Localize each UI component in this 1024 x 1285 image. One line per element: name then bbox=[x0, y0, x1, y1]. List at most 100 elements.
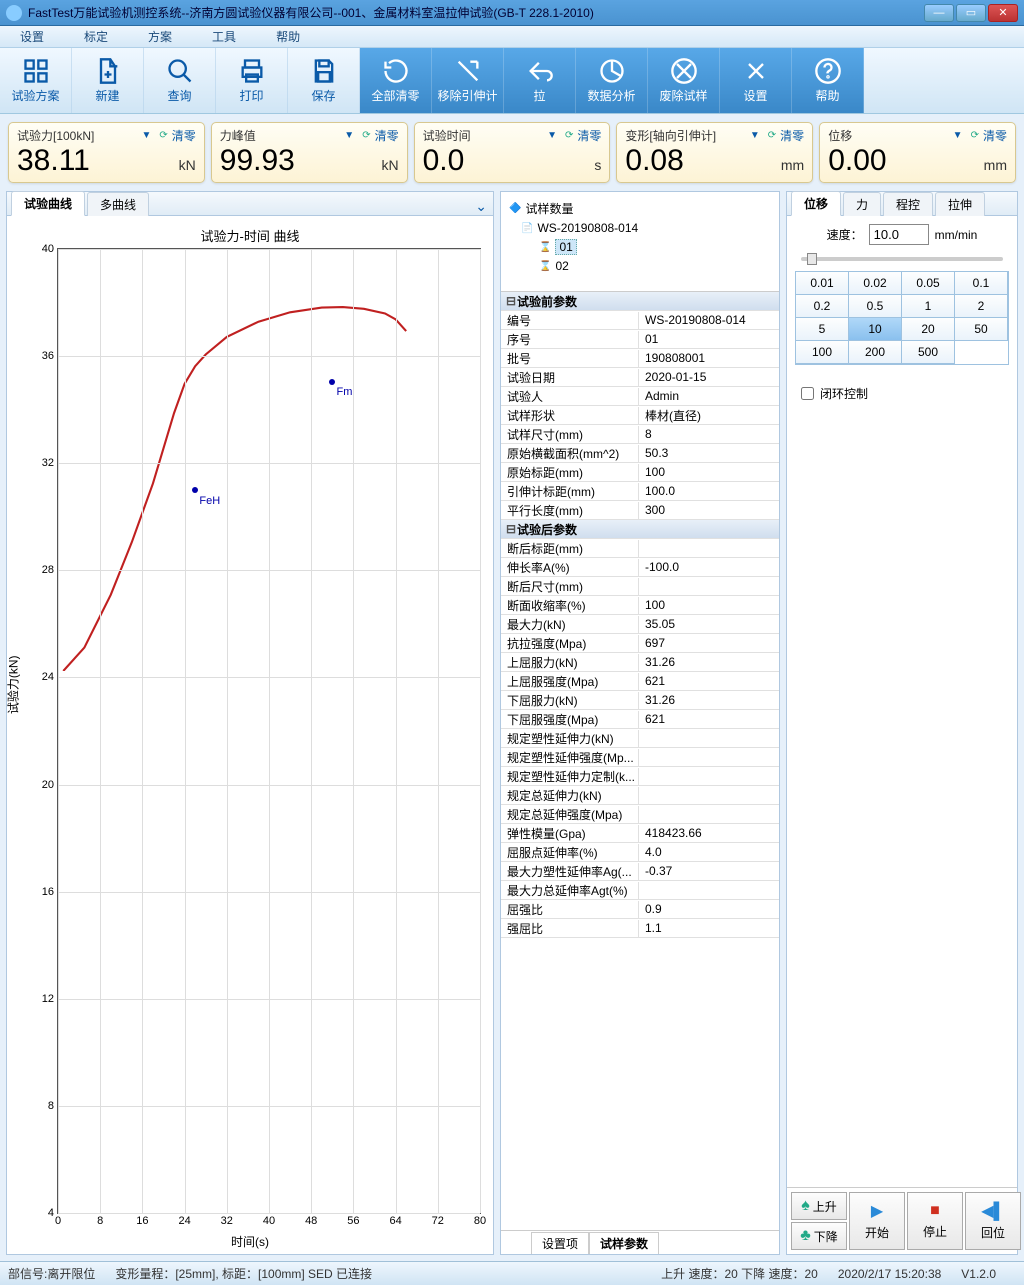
menu-plan[interactable]: 方案 bbox=[138, 28, 202, 45]
toolbar-discard[interactable]: 废除试样 bbox=[648, 48, 720, 113]
clear-button[interactable]: 清零 bbox=[172, 127, 196, 144]
tab-curve[interactable]: 试验曲线 bbox=[11, 191, 85, 216]
toolbar-back[interactable]: 拉 bbox=[504, 48, 576, 113]
menu-calibration[interactable]: 标定 bbox=[74, 28, 138, 45]
dropdown-icon[interactable]: ▼ bbox=[344, 130, 354, 141]
dropdown-icon[interactable]: ▼ bbox=[141, 130, 151, 141]
speed-preset-0.01[interactable]: 0.01 bbox=[795, 271, 849, 295]
dropdown-icon[interactable]: ▼ bbox=[953, 130, 963, 141]
clear-button[interactable]: 清零 bbox=[983, 127, 1007, 144]
dropdown-icon[interactable]: ▼ bbox=[750, 130, 760, 141]
toolbar-printer[interactable]: 打印 bbox=[216, 48, 288, 113]
clear-button[interactable]: 清零 bbox=[780, 127, 804, 144]
param-row[interactable]: 断后尺寸(mm) bbox=[501, 577, 779, 596]
tab-force[interactable]: 力 bbox=[843, 192, 881, 216]
param-row[interactable]: 批号190808001 bbox=[501, 349, 779, 368]
toolbar-help[interactable]: 帮助 bbox=[792, 48, 864, 113]
param-row[interactable]: 屈服点延伸率(%)4.0 bbox=[501, 843, 779, 862]
param-row[interactable]: 断后标距(mm) bbox=[501, 539, 779, 558]
tab-displacement[interactable]: 位移 bbox=[791, 191, 841, 216]
refresh-icon[interactable]: ⟳ bbox=[362, 130, 370, 141]
param-row[interactable]: 最大力总延伸率Agt(%) bbox=[501, 881, 779, 900]
speed-preset-0.5[interactable]: 0.5 bbox=[848, 294, 902, 318]
refresh-icon[interactable]: ⟳ bbox=[971, 130, 979, 141]
speed-slider[interactable] bbox=[801, 257, 1003, 261]
tree-item-02[interactable]: ⌛02 bbox=[507, 257, 773, 275]
param-row[interactable]: 抗拉强度(Mpa)697 bbox=[501, 634, 779, 653]
menu-settings[interactable]: 设置 bbox=[10, 28, 74, 45]
param-row[interactable]: 引伸计标距(mm)100.0 bbox=[501, 482, 779, 501]
param-row[interactable]: 原始标距(mm)100 bbox=[501, 463, 779, 482]
param-row[interactable]: 规定塑性延伸强度(Mp... bbox=[501, 748, 779, 767]
param-row[interactable]: 下屈服强度(Mpa)621 bbox=[501, 710, 779, 729]
speed-preset-0.05[interactable]: 0.05 bbox=[901, 271, 955, 295]
toolbar-tools[interactable]: 设置 bbox=[720, 48, 792, 113]
speed-preset-0.2[interactable]: 0.2 bbox=[795, 294, 849, 318]
param-row[interactable]: 最大力塑性延伸率Ag(...-0.37 bbox=[501, 862, 779, 881]
speed-preset-2[interactable]: 2 bbox=[954, 294, 1008, 318]
tab-multi-curve[interactable]: 多曲线 bbox=[87, 192, 149, 216]
param-row[interactable]: 试样尺寸(mm)8 bbox=[501, 425, 779, 444]
clear-button[interactable]: 清零 bbox=[375, 127, 399, 144]
param-row[interactable]: 规定总延伸强度(Mpa) bbox=[501, 805, 779, 824]
speed-preset-5[interactable]: 5 bbox=[795, 317, 849, 341]
close-button[interactable]: ✕ bbox=[988, 4, 1018, 22]
param-row[interactable]: 弹性模量(Gpa)418423.66 bbox=[501, 824, 779, 843]
tree-item-01[interactable]: ⌛01 bbox=[507, 237, 773, 257]
speed-preset-0.1[interactable]: 0.1 bbox=[954, 271, 1008, 295]
refresh-icon[interactable]: ⟳ bbox=[159, 130, 167, 141]
speed-preset-10[interactable]: 10 bbox=[848, 317, 902, 341]
speed-preset-1[interactable]: 1 bbox=[901, 294, 955, 318]
param-row[interactable]: 规定塑性延伸力(kN) bbox=[501, 729, 779, 748]
param-row[interactable]: 强屈比1.1 bbox=[501, 919, 779, 938]
toolbar-grid[interactable]: 试验方案 bbox=[0, 48, 72, 113]
toolbar-file-plus[interactable]: 新建 bbox=[72, 48, 144, 113]
param-row[interactable]: 编号WS-20190808-014 bbox=[501, 311, 779, 330]
speed-preset-20[interactable]: 20 bbox=[901, 317, 955, 341]
minimize-button[interactable]: — bbox=[924, 4, 954, 22]
toolbar-search[interactable]: 查询 bbox=[144, 48, 216, 113]
param-row[interactable]: 平行长度(mm)300 bbox=[501, 501, 779, 520]
speed-preset-0.02[interactable]: 0.02 bbox=[848, 271, 902, 295]
speed-preset-200[interactable]: 200 bbox=[848, 340, 902, 364]
stop-button[interactable]: ■停止 bbox=[907, 1192, 963, 1250]
collapse-icon[interactable]: ⊟ bbox=[505, 522, 517, 536]
speed-input[interactable] bbox=[869, 224, 929, 245]
param-row[interactable]: 序号01 bbox=[501, 330, 779, 349]
param-row[interactable]: 最大力(kN)35.05 bbox=[501, 615, 779, 634]
menu-help[interactable]: 帮助 bbox=[266, 28, 330, 45]
param-row[interactable]: 规定塑性延伸力定制(k... bbox=[501, 767, 779, 786]
dropdown-icon[interactable]: ▼ bbox=[547, 130, 557, 141]
speed-preset-50[interactable]: 50 bbox=[954, 317, 1008, 341]
param-row[interactable]: 规定总延伸力(kN) bbox=[501, 786, 779, 805]
maximize-button[interactable]: ▭ bbox=[956, 4, 986, 22]
tree-root[interactable]: 📄WS-20190808-014 bbox=[507, 219, 773, 237]
toolbar-save[interactable]: 保存 bbox=[288, 48, 360, 113]
menu-tools[interactable]: 工具 bbox=[202, 28, 266, 45]
tab-settings-items[interactable]: 设置项 bbox=[531, 1232, 589, 1254]
param-row[interactable]: 伸长率A(%)-100.0 bbox=[501, 558, 779, 577]
toolbar-pie[interactable]: 数据分析 bbox=[576, 48, 648, 113]
clear-button[interactable]: 清零 bbox=[577, 127, 601, 144]
tab-program[interactable]: 程控 bbox=[883, 192, 933, 216]
down-button[interactable]: ♣下降 bbox=[791, 1222, 847, 1250]
param-row[interactable]: 上屈服力(kN)31.26 bbox=[501, 653, 779, 672]
param-row[interactable]: 屈强比0.9 bbox=[501, 900, 779, 919]
speed-preset-500[interactable]: 500 bbox=[901, 340, 955, 364]
param-row[interactable]: 下屈服力(kN)31.26 bbox=[501, 691, 779, 710]
tab-sample-params[interactable]: 试样参数 bbox=[589, 1232, 659, 1254]
param-row[interactable]: 上屈服强度(Mpa)621 bbox=[501, 672, 779, 691]
param-row[interactable]: 试验人Admin bbox=[501, 387, 779, 406]
refresh-icon[interactable]: ⟳ bbox=[565, 130, 573, 141]
param-row[interactable]: 原始横截面积(mm^2)50.3 bbox=[501, 444, 779, 463]
toolbar-remove[interactable]: 移除引伸计 bbox=[432, 48, 504, 113]
param-row[interactable]: 试验日期2020-01-15 bbox=[501, 368, 779, 387]
param-row[interactable]: 试样形状棒材(直径) bbox=[501, 406, 779, 425]
return-button[interactable]: ◀▌回位 bbox=[965, 1192, 1021, 1250]
start-button[interactable]: ▶开始 bbox=[849, 1192, 905, 1250]
refresh-icon[interactable]: ⟳ bbox=[768, 130, 776, 141]
chevron-down-icon[interactable]: ⌄ bbox=[475, 198, 487, 215]
up-button[interactable]: ♠上升 bbox=[791, 1192, 847, 1220]
closed-loop-checkbox[interactable] bbox=[801, 387, 814, 400]
toolbar-reset[interactable]: 全部清零 bbox=[360, 48, 432, 113]
